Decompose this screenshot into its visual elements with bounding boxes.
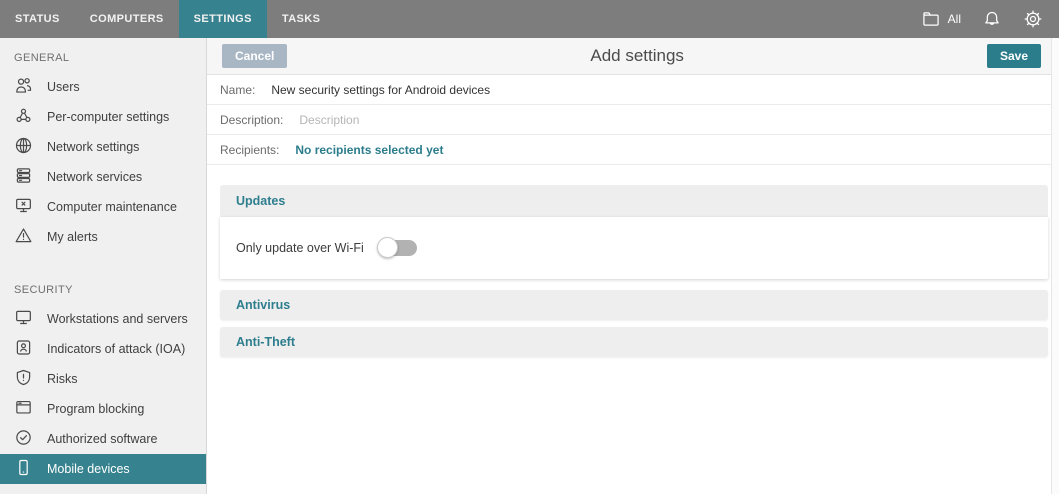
panel-updates-body: Only update over Wi-Fi xyxy=(220,217,1048,279)
smartphone-icon xyxy=(13,457,34,481)
name-label: Name: xyxy=(220,82,256,97)
shield-exclamation-icon xyxy=(13,367,34,391)
gear-icon xyxy=(1023,9,1043,29)
description-label: Description: xyxy=(220,112,284,127)
id-badge-icon xyxy=(13,337,34,361)
form-row-name: Name: xyxy=(207,75,1059,105)
sidebar-section-general: GENERAL xyxy=(14,52,70,64)
settings-menu-button[interactable] xyxy=(1023,9,1043,29)
panel-updates: Updates Only update over Wi-Fi xyxy=(220,185,1048,279)
sidebar-item-label: Users xyxy=(47,80,80,94)
sidebar-item-label: Authorized software xyxy=(47,432,158,446)
check-circle-icon xyxy=(13,427,34,451)
form-row-recipients: Recipients: No recipients selected yet xyxy=(207,135,1059,165)
panel-antivirus: Antivirus xyxy=(220,290,1048,320)
sidebar-item-network-services[interactable]: Network services xyxy=(0,162,206,192)
app-window: STATUS COMPUTERS SETTINGS TASKS All GENE… xyxy=(0,0,1059,494)
server-stack-icon xyxy=(13,165,34,189)
name-input[interactable] xyxy=(271,82,1059,97)
wifi-update-label: Only update over Wi-Fi xyxy=(236,241,364,255)
toggle-knob xyxy=(376,237,398,258)
sidebar-item-program-blocking[interactable]: Program blocking xyxy=(0,394,206,424)
sidebar-item-network-settings[interactable]: Network settings xyxy=(0,132,206,162)
vertical-scrollbar[interactable] xyxy=(1051,38,1059,494)
recipients-label: Recipients: xyxy=(220,142,280,157)
bell-icon xyxy=(982,9,1002,29)
sidebar-item-mobile-devices[interactable]: Mobile devices xyxy=(0,454,206,484)
tab-status[interactable]: STATUS xyxy=(0,0,75,38)
sidebar-item-label: My alerts xyxy=(47,230,98,244)
folder-icon xyxy=(921,9,941,29)
sidebar-item-authorized-software[interactable]: Authorized software xyxy=(0,424,206,454)
monitor-icon xyxy=(13,307,34,331)
sidebar-item-label: Computer maintenance xyxy=(47,200,177,214)
sidebar-section-security: SECURITY xyxy=(14,284,73,296)
sidebar-item-label: Per-computer settings xyxy=(47,110,170,124)
page-header: Cancel Add settings Save xyxy=(207,38,1059,75)
window-icon xyxy=(13,397,34,421)
sidebar-item-label: Indicators of attack (IOA) xyxy=(47,342,186,356)
form-row-description: Description: xyxy=(207,105,1059,135)
sidebar-item-users[interactable]: Users xyxy=(0,72,206,102)
sidebar-item-label: Program blocking xyxy=(47,402,145,416)
settings-panels: Updates Only update over Wi-Fi Antivirus… xyxy=(207,165,1059,364)
nav-right-icons: All xyxy=(921,0,1059,38)
tab-settings[interactable]: SETTINGS xyxy=(178,0,267,38)
recipients-link[interactable]: No recipients selected yet xyxy=(295,143,443,157)
page-title: Add settings xyxy=(590,46,684,65)
nodes-icon xyxy=(13,105,34,129)
sidebar-item-my-alerts[interactable]: My alerts xyxy=(0,222,206,252)
sidebar-item-workstations-and-servers[interactable]: Workstations and servers xyxy=(0,304,206,334)
sidebar-item-label: Network services xyxy=(47,170,143,184)
panel-anti-theft-header[interactable]: Anti-Theft xyxy=(220,327,1048,357)
tab-computers[interactable]: COMPUTERS xyxy=(75,0,179,38)
globe-icon xyxy=(13,135,34,159)
description-input[interactable] xyxy=(299,112,1059,127)
warning-triangle-icon xyxy=(13,225,34,249)
sidebar-item-label: Workstations and servers xyxy=(47,312,188,326)
panel-anti-theft: Anti-Theft xyxy=(220,327,1048,357)
panel-updates-header[interactable]: Updates xyxy=(220,185,1048,217)
sidebar-item-computer-maintenance[interactable]: Computer maintenance xyxy=(0,192,206,222)
sidebar-item-label: Mobile devices xyxy=(47,462,130,476)
save-button[interactable]: Save xyxy=(986,44,1041,68)
sidebar-item-label: Risks xyxy=(47,372,78,386)
group-filter-button[interactable]: All xyxy=(921,9,961,29)
top-nav: STATUS COMPUTERS SETTINGS TASKS All xyxy=(0,0,1059,38)
wifi-update-toggle[interactable] xyxy=(376,237,418,259)
sidebar-item-label: Network settings xyxy=(47,140,140,154)
tab-tasks[interactable]: TASKS xyxy=(267,0,335,38)
sidebar-item-per-computer-settings[interactable]: Per-computer settings xyxy=(0,102,206,132)
sidebar: GENERAL Users Per-computer settings Netw… xyxy=(0,38,207,494)
main-content: Cancel Add settings Save Name: Descripti… xyxy=(207,38,1059,494)
cancel-button[interactable]: Cancel xyxy=(222,44,288,68)
sidebar-item-risks[interactable]: Risks xyxy=(0,364,206,394)
sidebar-item-indicators-of-attack[interactable]: Indicators of attack (IOA) xyxy=(0,334,206,364)
notifications-button[interactable] xyxy=(982,9,1002,29)
users-icon xyxy=(13,75,34,99)
monitor-x-icon xyxy=(13,195,34,219)
panel-antivirus-header[interactable]: Antivirus xyxy=(220,290,1048,320)
group-filter-label: All xyxy=(947,12,961,26)
